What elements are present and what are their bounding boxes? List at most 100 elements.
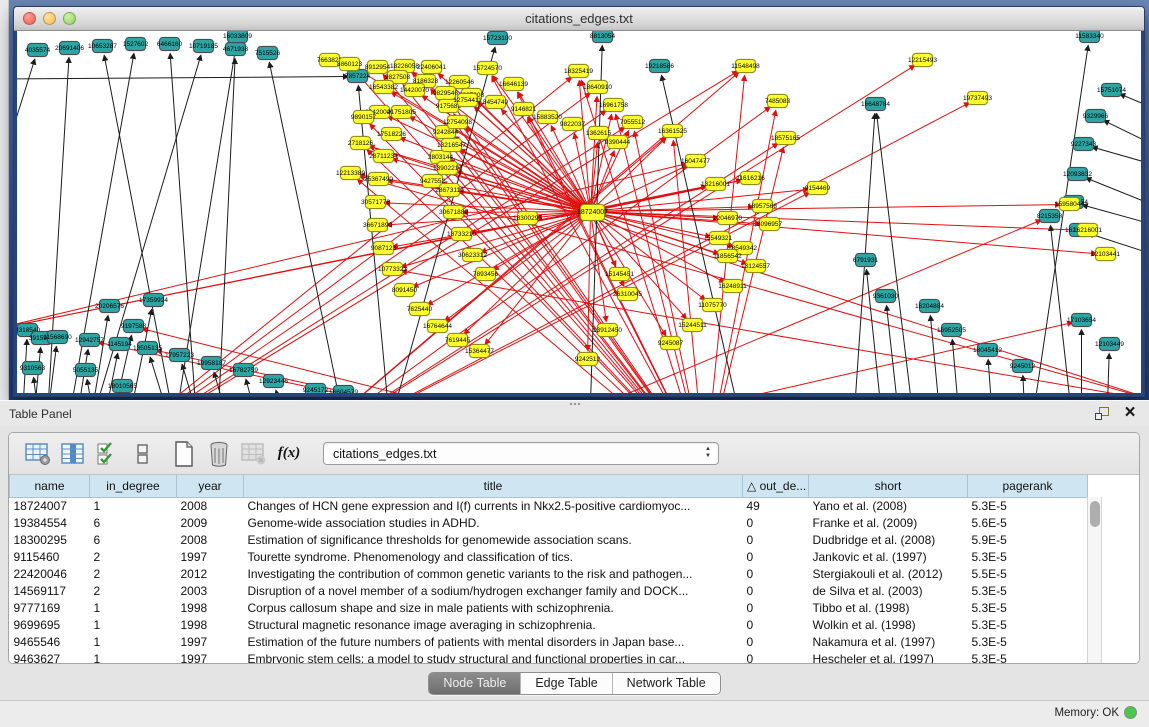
tab-edge-table[interactable]: Edge Table xyxy=(521,673,612,694)
graph-node[interactable]: 30571776 xyxy=(365,195,386,209)
graph-node[interactable]: 8096957 xyxy=(759,217,780,231)
graph-node[interactable]: 2718126 xyxy=(350,136,371,150)
select-columns-icon[interactable] xyxy=(58,439,88,469)
column-header-6[interactable]: pagerank xyxy=(968,475,1088,497)
graph-node[interactable]: 5549321 xyxy=(709,231,730,245)
graph-node[interactable]: 7663822 xyxy=(319,53,340,67)
graph-node[interactable]: 12103441 xyxy=(1095,247,1116,261)
graph-node[interactable]: 12213389 xyxy=(340,166,361,180)
graph-node[interactable]: 4035574 xyxy=(27,43,48,57)
graph-node[interactable]: 9310563 xyxy=(22,361,43,375)
graph-node[interactable]: 16764644 xyxy=(427,319,448,333)
graph-node[interactable]: 9197588 xyxy=(123,319,144,333)
graph-node[interactable]: 13505135 xyxy=(137,341,158,355)
graph-node[interactable]: 9087123 xyxy=(373,241,394,255)
graph-node[interactable]: 10653287 xyxy=(92,39,113,53)
tab-node-table[interactable]: Node Table xyxy=(429,673,521,694)
column-header-4[interactable]: △ out_de... xyxy=(743,475,809,497)
graph-node[interactable]: 9146821 xyxy=(513,102,534,116)
graph-node[interactable]: 30623312 xyxy=(462,248,483,262)
graph-node[interactable]: 9245087 xyxy=(660,336,681,350)
float-panel-icon[interactable] xyxy=(1093,404,1111,422)
graph-node[interactable]: 9154469 xyxy=(807,181,828,195)
graph-node[interactable]: 9245012 xyxy=(1012,359,1033,373)
graph-node[interactable]: 7485083 xyxy=(767,94,788,108)
graph-node[interactable]: 16648784 xyxy=(865,97,886,111)
close-panel-icon[interactable]: × xyxy=(1121,404,1139,422)
graph-canvas[interactable]: 4035574206914061065328715276026466160107… xyxy=(17,31,1141,393)
table-row[interactable]: 1872400712008Changes of HCN gene express… xyxy=(10,497,1088,514)
graph-node[interactable]: 36671890 xyxy=(367,218,388,232)
graph-node[interactable]: 15723100 xyxy=(487,31,508,45)
function-builder-icon[interactable]: f(x) xyxy=(274,439,304,469)
table-row[interactable]: 1830029562008Estimation of significance … xyxy=(10,531,1088,548)
graph-node[interactable]: 9245172 xyxy=(305,383,326,393)
scrollbar-thumb[interactable] xyxy=(1090,501,1100,527)
column-header-3[interactable]: title xyxy=(244,475,743,497)
graph-node[interactable]: 8215358 xyxy=(1039,209,1060,223)
graph-node[interactable]: 16216001 xyxy=(1077,223,1098,237)
graph-node[interactable]: 15364477 xyxy=(469,344,490,358)
graph-node[interactable]: 14420070 xyxy=(404,83,425,97)
graph-node[interactable]: 11616216 xyxy=(740,171,761,185)
graph-node[interactable]: 7515526 xyxy=(257,46,278,60)
graph-node[interactable]: 18045412 xyxy=(977,343,998,357)
graph-node[interactable]: 9175685 xyxy=(438,99,459,113)
graph-node[interactable]: 17518226 xyxy=(381,127,402,141)
graph-node[interactable]: 16248911 xyxy=(722,279,743,293)
graph-node[interactable]: 1145194 xyxy=(109,337,130,351)
graph-node[interactable]: 15751074 xyxy=(1101,83,1122,97)
graph-node[interactable]: 17103654 xyxy=(1071,313,1092,327)
graph-node[interactable]: 28673112 xyxy=(439,183,460,197)
graph-node[interactable]: 18575165 xyxy=(775,131,796,145)
graph-node[interactable]: 9361030 xyxy=(875,289,896,303)
table-selector-dropdown[interactable]: citations_edges.txt ▲▼ xyxy=(323,442,719,465)
window-titlebar[interactable]: citations_edges.txt xyxy=(14,7,1144,31)
graph-node[interactable]: 4671938 xyxy=(225,42,246,56)
graph-node[interactable]: 20206576 xyxy=(99,299,120,313)
vertical-scrollbar[interactable] xyxy=(1087,497,1102,663)
graph-node[interactable]: 10773321 xyxy=(382,262,403,276)
graph-node[interactable]: 20691406 xyxy=(59,41,80,55)
column-header-5[interactable]: short xyxy=(809,475,968,497)
graph-node[interactable]: 8912954 xyxy=(367,60,388,74)
graph-node[interactable]: 12754411 xyxy=(457,93,478,107)
graph-node[interactable]: 16961758 xyxy=(603,98,624,112)
table-row[interactable]: 969969511998Structural magnetic resonanc… xyxy=(10,616,1088,633)
graph-node[interactable]: 18724007 xyxy=(580,204,605,221)
graph-node[interactable]: 11075770 xyxy=(702,298,723,312)
graph-node[interactable]: 13902217 xyxy=(437,161,458,175)
graph-node[interactable]: 7625440 xyxy=(409,302,430,316)
graph-node[interactable]: 6791931 xyxy=(855,253,876,267)
graph-node[interactable]: 16646139 xyxy=(503,77,524,91)
graph-node[interactable]: 9329966 xyxy=(1085,109,1106,123)
graph-node[interactable]: 15883520 xyxy=(537,110,558,124)
graph-node[interactable]: 11583340 xyxy=(1079,31,1100,43)
graph-node[interactable]: 15145451 xyxy=(609,267,630,281)
graph-node[interactable]: 17957223 xyxy=(169,348,190,362)
graph-node[interactable]: 13124557 xyxy=(745,259,766,273)
graph-node[interactable]: 7893456 xyxy=(475,267,496,281)
table-row[interactable]: 911546021997Tourette syndrome. Phenomeno… xyxy=(10,548,1088,565)
graph-node[interactable]: 11856542 xyxy=(717,249,738,263)
graph-node[interactable]: 9890157 xyxy=(353,110,374,124)
graph-node[interactable]: 1362615 xyxy=(588,126,609,140)
column-header-0[interactable]: name xyxy=(10,475,90,497)
graph-node[interactable]: 8454749 xyxy=(485,95,506,109)
table-row[interactable]: 1456911722003Disruption of a novel membe… xyxy=(10,582,1088,599)
graph-node[interactable]: 18325419 xyxy=(568,64,589,78)
graph-node[interactable]: 19218586 xyxy=(649,59,670,73)
delete-icon[interactable] xyxy=(204,439,234,469)
graph-node[interactable]: 6466160 xyxy=(159,37,180,51)
graph-node[interactable]: 9227343 xyxy=(1073,137,1094,151)
graph-node[interactable]: 11548498 xyxy=(735,59,756,73)
tab-network-table[interactable]: Network Table xyxy=(613,673,720,694)
graph-node[interactable]: 12093832 xyxy=(1067,167,1088,181)
graph-node[interactable]: 12103449 xyxy=(1099,337,1120,351)
table-row[interactable]: 1938455462009Genome-wide association stu… xyxy=(10,514,1088,531)
graph-node[interactable]: 19958187 xyxy=(201,356,222,370)
graph-node[interactable]: 15244511 xyxy=(682,318,703,332)
graph-node[interactable]: 13216001 xyxy=(705,177,726,191)
graph-node[interactable]: 19737493 xyxy=(967,91,988,105)
graph-node[interactable]: 9242512 xyxy=(577,352,598,366)
